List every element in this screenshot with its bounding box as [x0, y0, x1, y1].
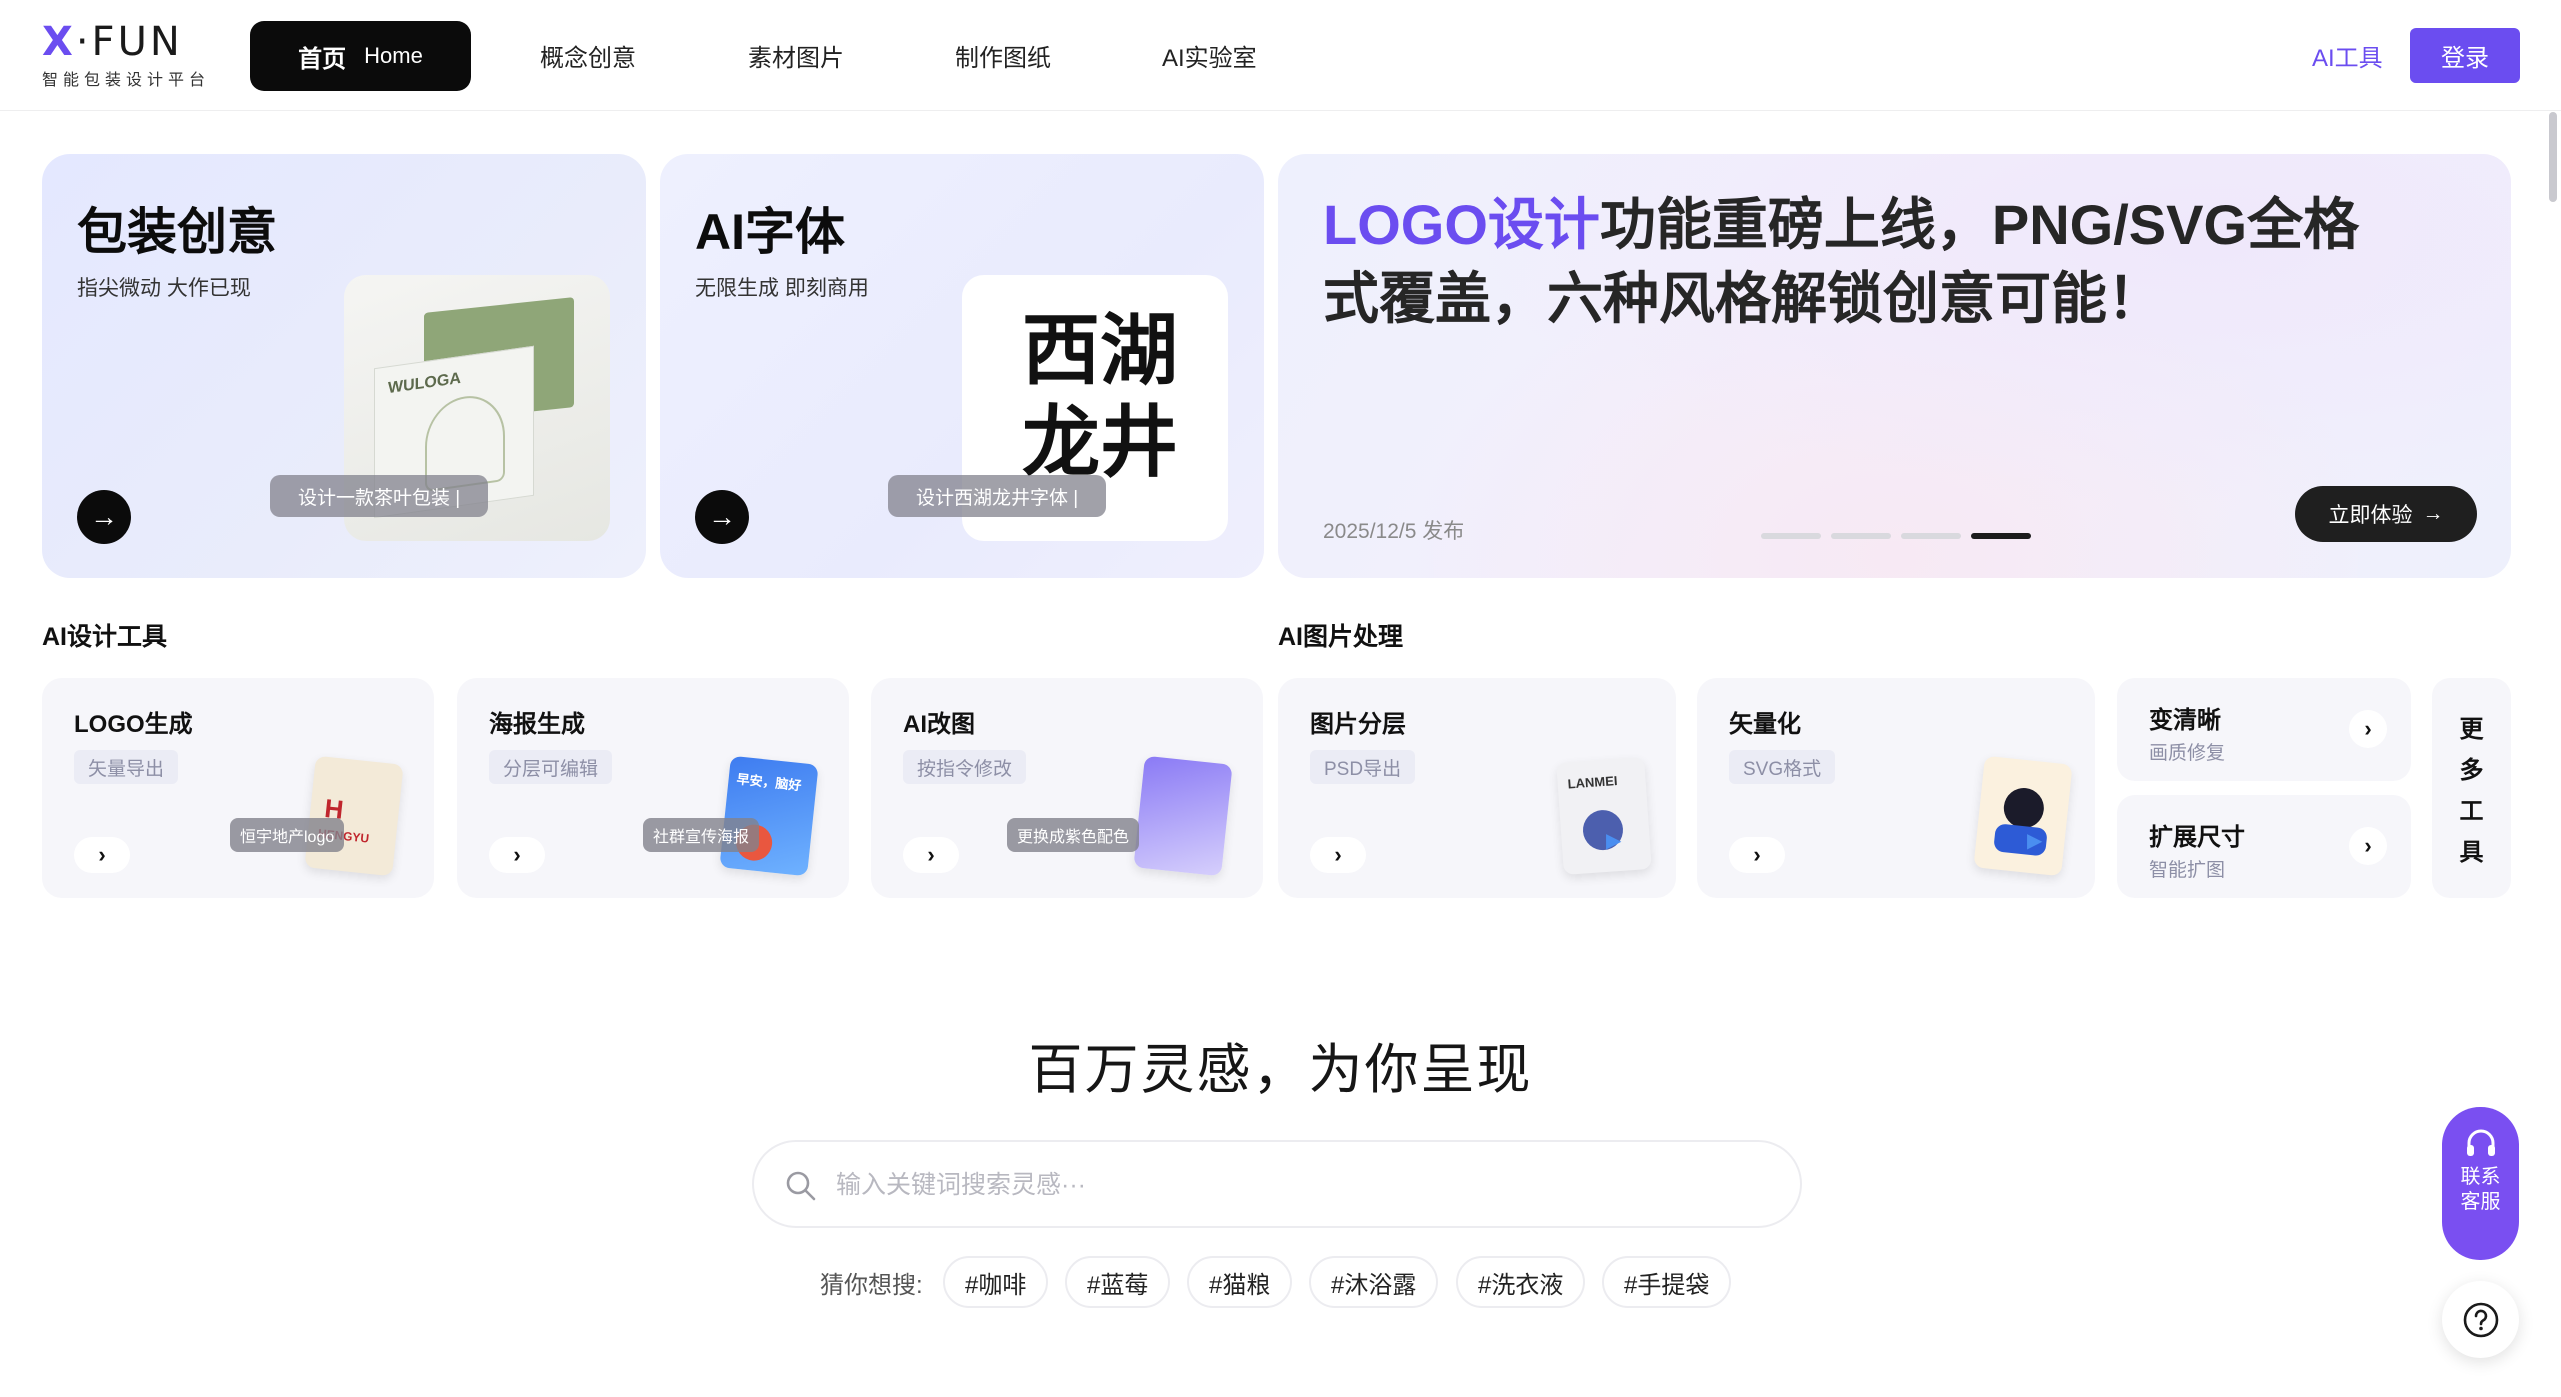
inspiration-search-bar[interactable] — [752, 1140, 1802, 1228]
prompt-chip: 恒宇地产logo — [230, 818, 345, 852]
brand-tagline: 智能包装设计平台 — [42, 72, 211, 89]
nav-item-ai-lab[interactable]: AI实验室 — [1162, 38, 1257, 73]
tool-card-enhance[interactable]: 变清晰 画质修复 › — [2117, 678, 2411, 781]
chevron-right-icon[interactable]: › — [74, 837, 130, 873]
chevron-right-icon[interactable]: › — [2349, 710, 2387, 748]
search-input[interactable] — [836, 1160, 1736, 1210]
tool-card-layering[interactable]: 图片分层 PSD导出 LANMEI ▶ › — [1278, 678, 1676, 898]
prompt-chip[interactable]: 设计一款茶叶包装 | — [270, 475, 489, 517]
chevron-right-icon[interactable]: › — [489, 837, 545, 873]
guess-label: 猜你想搜: — [820, 1272, 923, 1299]
inspiration-title: 百万灵感，为你呈现 — [1028, 1040, 1533, 1100]
search-tag-shower-gel[interactable]: #沐浴露 — [1309, 1256, 1439, 1308]
tool-tag: PSD导出 — [1310, 750, 1416, 784]
brand-logo[interactable]: X·FUN 智能包装设计平台 — [42, 22, 222, 92]
tool-tag: 矢量导出 — [74, 750, 179, 784]
arrow-right-icon[interactable]: → — [77, 490, 131, 544]
packaging-creative-card[interactable]: 包装创意 指尖微动 大作已现 WULOGA 设计一款茶叶包装 | → — [42, 154, 646, 578]
card-title: AI字体 — [695, 204, 845, 260]
login-button[interactable]: 登录 — [2410, 28, 2520, 83]
vectorize-thumbnail — [1973, 755, 2073, 877]
cursor-icon: ▶ — [1606, 830, 1622, 852]
nav-item-materials[interactable]: 素材图片 — [748, 38, 844, 73]
section-title-image-tools: AI图片处理 — [1278, 623, 1404, 651]
ai-font-card[interactable]: AI字体 无限生成 即刻商用 西湖龙井 设计西湖龙井字体 | → — [660, 154, 1264, 578]
arrow-right-icon: → — [2422, 502, 2444, 525]
banner-headline: LOGO设计功能重磅上线，PNG/SVG全格式覆盖，六种风格解锁创意可能！ — [1323, 193, 2360, 330]
poster-thumbnail: 早安，脑好 — [719, 755, 819, 877]
layering-thumbnail: LANMEI — [1556, 757, 1652, 875]
headset-icon — [2466, 1129, 2495, 1156]
prompt-chip: 更换成紫色配色 — [1007, 818, 1140, 852]
question-icon — [2463, 1302, 2498, 1337]
tool-card-poster[interactable]: 海报生成 分层可编辑 早安，脑好 社群宣传海报 › — [457, 678, 849, 898]
prompt-chip[interactable]: 设计西湖龙井字体 | — [888, 475, 1107, 517]
carousel-dot[interactable] — [1901, 533, 1961, 539]
edit-thumbnail — [1133, 755, 1233, 877]
nav-home-button[interactable]: 首页 Home — [250, 21, 471, 91]
tool-card-ai-edit[interactable]: AI改图 按指令修改 更换成紫色配色 › — [871, 678, 1263, 898]
search-tag-coffee[interactable]: #咖啡 — [943, 1256, 1049, 1308]
cursor-icon: ▶ — [2027, 830, 2043, 852]
tool-card-expand[interactable]: 扩展尺寸 智能扩图 › — [2117, 795, 2411, 898]
try-now-button[interactable]: 立即体验 → — [2295, 486, 2477, 542]
search-tag-blueberry[interactable]: #蓝莓 — [1065, 1256, 1171, 1308]
chevron-right-icon[interactable]: › — [903, 837, 959, 873]
card-subtitle: 指尖微动 大作已现 — [77, 277, 251, 300]
logo-feature-banner[interactable]: LOGO设计功能重磅上线，PNG/SVG全格式覆盖，六种风格解锁创意可能！ 20… — [1278, 154, 2511, 578]
search-tag-tote-bag[interactable]: #手提袋 — [1602, 1256, 1732, 1308]
chevron-right-icon[interactable]: › — [1310, 837, 1366, 873]
contact-support-button[interactable]: 联系客服 — [2442, 1107, 2519, 1260]
carousel-indicators — [1761, 533, 2031, 539]
tool-tag: 按指令修改 — [903, 750, 1027, 784]
help-button[interactable] — [2442, 1281, 2519, 1358]
more-tools-button[interactable]: 更 多 工 具 — [2432, 678, 2511, 898]
search-icon — [786, 1171, 816, 1201]
publish-date: 2025/12/5 发布 — [1323, 520, 1465, 543]
prompt-chip: 社群宣传海报 — [643, 818, 760, 852]
carousel-dot-active[interactable] — [1971, 533, 2031, 539]
logo-thumbnail: H HENGYU — [304, 755, 404, 877]
tool-card-logo[interactable]: LOGO生成 矢量导出 H HENGYU 恒宇地产logo › — [42, 678, 434, 898]
search-tag-cat-food[interactable]: #猫粮 — [1187, 1256, 1293, 1308]
card-subtitle: 无限生成 即刻商用 — [695, 277, 869, 300]
ai-tools-link[interactable]: AI工具 — [2312, 38, 2383, 73]
carousel-dot[interactable] — [1831, 533, 1891, 539]
section-title-design-tools: AI设计工具 — [42, 623, 168, 651]
nav-item-drawings[interactable]: 制作图纸 — [955, 38, 1051, 73]
tool-tag: SVG格式 — [1729, 750, 1836, 784]
top-header: X·FUN 智能包装设计平台 首页 Home 概念创意 素材图片 制作图纸 AI… — [0, 0, 2561, 111]
card-title: 包装创意 — [77, 204, 277, 260]
nav-item-concept[interactable]: 概念创意 — [540, 38, 636, 73]
tool-tag: 分层可编辑 — [489, 750, 613, 784]
carousel-dot[interactable] — [1761, 533, 1821, 539]
arrow-right-icon[interactable]: → — [695, 490, 749, 544]
page-scrollbar[interactable] — [2549, 112, 2557, 202]
chevron-right-icon[interactable]: › — [2349, 827, 2387, 865]
search-tag-detergent[interactable]: #洗衣液 — [1456, 1256, 1586, 1308]
chevron-right-icon[interactable]: › — [1729, 837, 1785, 873]
tool-card-vectorize[interactable]: 矢量化 SVG格式 ▶ › — [1697, 678, 2095, 898]
